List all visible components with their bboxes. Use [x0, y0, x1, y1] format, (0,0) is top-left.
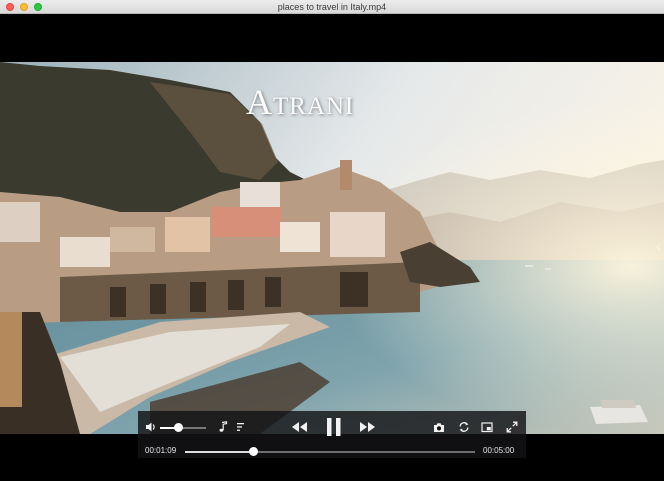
title-bar: places to travel in Italy.mp4: [0, 0, 664, 14]
chevron-left-icon[interactable]: ‹: [656, 234, 664, 258]
fast-forward-icon[interactable]: [359, 421, 376, 433]
total-time: 00:05:00: [483, 446, 515, 455]
player-window: places to travel in Italy.mp4 Atrani ‹ 0…: [0, 0, 664, 481]
video-caption: Atrani: [246, 82, 355, 122]
seek-bar[interactable]: [185, 447, 475, 456]
loop-icon[interactable]: [458, 421, 470, 433]
volume-icon[interactable]: [145, 421, 157, 433]
playback-controls: 00:01:09 00:05:00: [138, 411, 526, 458]
video-frame[interactable]: Atrani ‹: [0, 62, 664, 434]
window-title: places to travel in Italy.mp4: [277, 2, 387, 12]
camera-icon[interactable]: [433, 422, 445, 433]
volume-slider[interactable]: [160, 423, 206, 432]
seek-bar-knob[interactable]: [248, 447, 258, 456]
volume-slider-knob[interactable]: [174, 423, 184, 432]
fullscreen-icon[interactable]: [506, 421, 518, 433]
picture-in-picture-icon[interactable]: [481, 422, 493, 433]
playlist-icon[interactable]: [236, 422, 246, 432]
music-note-icon[interactable]: [218, 421, 228, 433]
current-time: 00:01:09: [145, 446, 177, 455]
pause-icon[interactable]: [325, 417, 343, 437]
rewind-icon[interactable]: [291, 421, 308, 433]
seek-bar-fill: [185, 451, 253, 453]
